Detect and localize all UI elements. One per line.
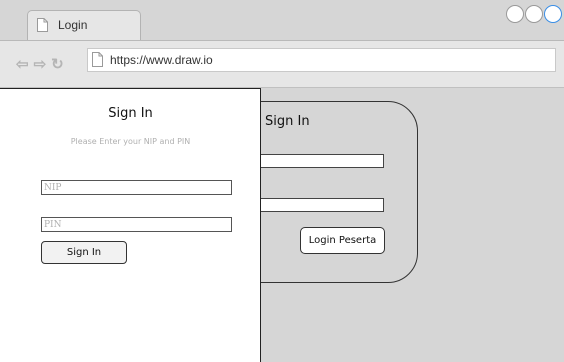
signin-button[interactable]: Sign In — [41, 241, 127, 264]
forward-arrow-icon[interactable]: ⇨ — [34, 55, 48, 73]
navigation-bar: ⇦ ⇨ ↻ https://www.draw.io — [0, 41, 564, 88]
nip-input[interactable] — [41, 180, 232, 195]
reload-icon[interactable]: ↻ — [51, 55, 65, 73]
tab-login[interactable]: Login — [27, 10, 141, 40]
address-bar[interactable]: https://www.draw.io — [87, 48, 556, 72]
pin-input[interactable] — [41, 217, 232, 232]
nav-icons: ⇦ ⇨ ↻ — [16, 55, 69, 73]
url-text: https://www.draw.io — [110, 53, 213, 67]
panel-subtitle: Please Enter your NIP and PIN — [70, 137, 191, 146]
back-arrow-icon[interactable]: ⇦ — [16, 55, 30, 73]
window-controls — [504, 5, 564, 27]
background-field-2[interactable] — [256, 198, 384, 212]
page-icon — [37, 18, 48, 32]
panel-title: Sign In — [108, 106, 153, 121]
page-icon — [92, 52, 103, 67]
minimize-circle-icon[interactable] — [506, 5, 524, 23]
close-circle-icon[interactable] — [544, 5, 562, 23]
background-card-title: Sign In — [265, 114, 310, 129]
signin-panel: Sign In Please Enter your NIP and PIN Si… — [0, 88, 261, 362]
login-peserta-button[interactable]: Login Peserta — [300, 227, 385, 254]
tab-strip: Login — [0, 0, 564, 41]
browser-window: Login ⇦ ⇨ ↻ https://www.draw.io Sign In Lo… — [0, 0, 564, 362]
page-content: Sign In Login Peserta Sign In Please Ent… — [0, 88, 564, 362]
background-field-1[interactable] — [256, 154, 384, 168]
tab-title: Login — [58, 18, 88, 32]
maximize-circle-icon[interactable] — [525, 5, 543, 23]
